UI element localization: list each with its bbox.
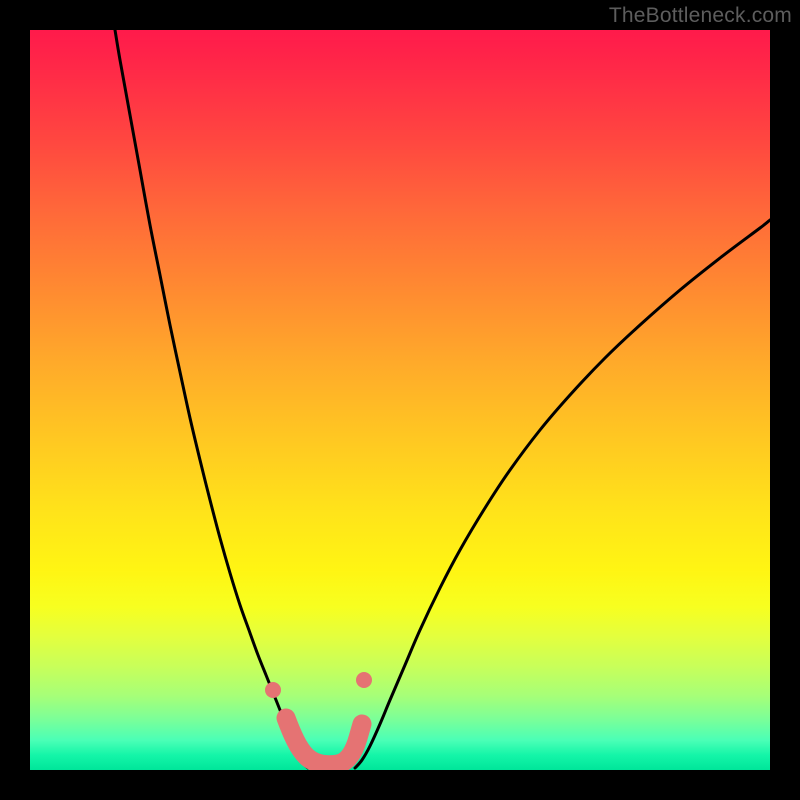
marker-glyph-u [286, 718, 362, 765]
watermark-text: TheBottleneck.com [609, 4, 792, 28]
plot-area [30, 30, 770, 770]
bottleneck-curve-right [355, 220, 770, 768]
curve-layer [30, 30, 770, 770]
bottleneck-curve-left [115, 30, 308, 768]
marker-glyph-dot-left [265, 682, 281, 698]
marker-glyph-dot-right [356, 672, 372, 688]
chart-frame: TheBottleneck.com [0, 0, 800, 800]
